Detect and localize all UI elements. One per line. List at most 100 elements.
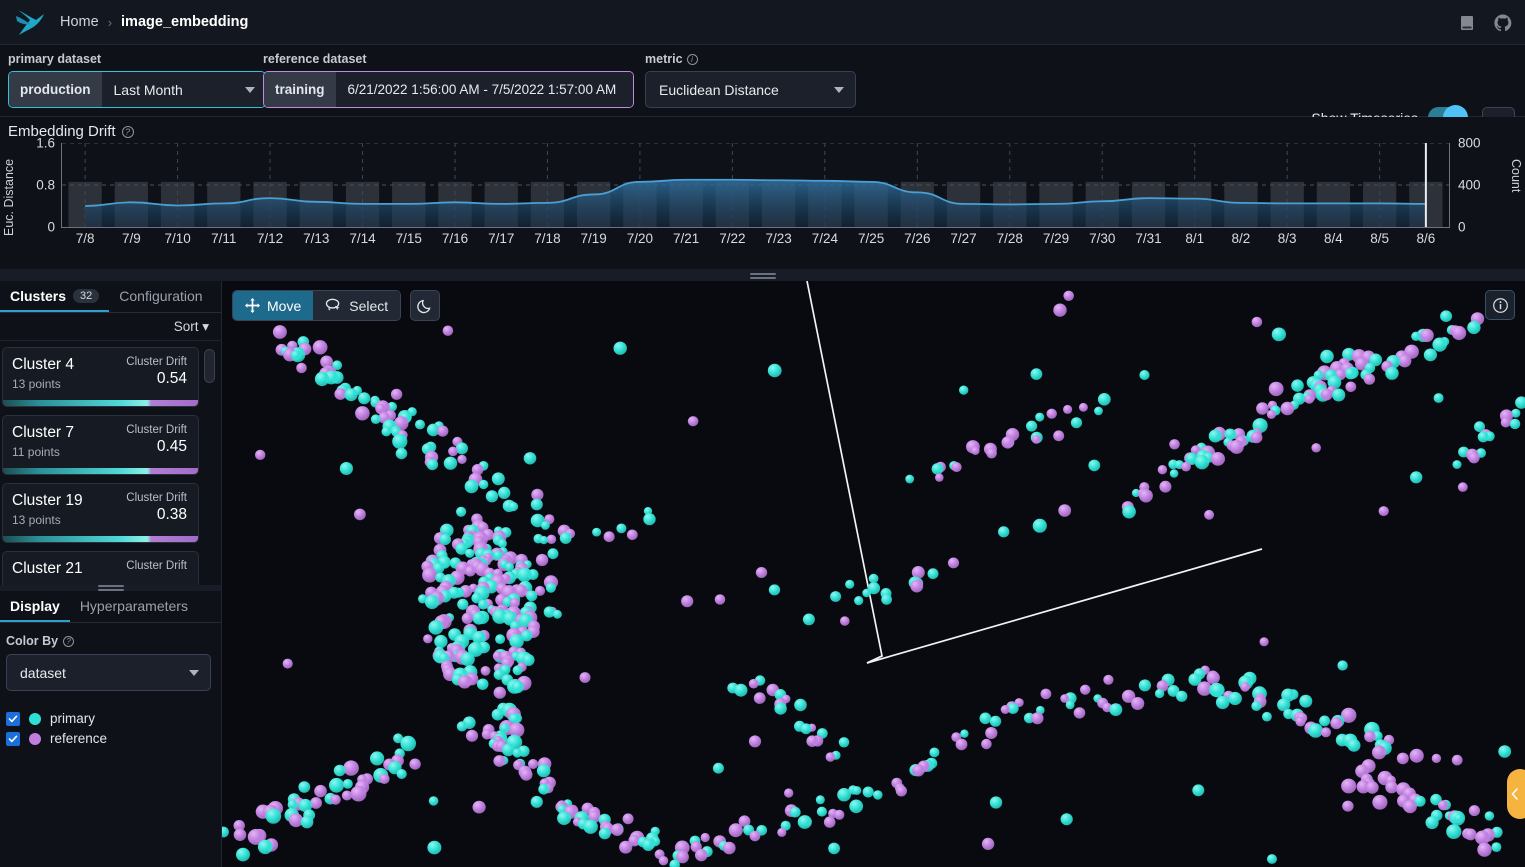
point-cloud-info-button[interactable] xyxy=(1485,290,1515,320)
point-reference[interactable] xyxy=(1079,403,1088,412)
point-reference[interactable] xyxy=(1465,829,1477,841)
point-primary[interactable] xyxy=(592,528,601,537)
panel-resize-handle[interactable] xyxy=(0,585,221,591)
point-reference[interactable] xyxy=(422,568,437,583)
point-reference[interactable] xyxy=(1267,410,1276,419)
point-primary[interactable] xyxy=(548,548,559,559)
point-reference[interactable] xyxy=(627,530,638,541)
point-reference[interactable] xyxy=(777,828,786,837)
help-circle-icon[interactable]: ? xyxy=(122,126,134,138)
point-reference[interactable] xyxy=(462,613,473,624)
point-primary[interactable] xyxy=(457,599,468,610)
point-reference[interactable] xyxy=(1001,705,1010,714)
point-primary[interactable] xyxy=(371,414,381,424)
point-reference[interactable] xyxy=(981,739,992,749)
point-reference[interactable] xyxy=(379,774,389,784)
point-primary[interactable] xyxy=(557,811,571,825)
point-primary[interactable] xyxy=(266,808,282,823)
point-primary[interactable] xyxy=(1510,419,1521,429)
help-circle-icon[interactable]: ? xyxy=(63,636,74,647)
point-primary[interactable] xyxy=(1088,460,1100,472)
point-primary[interactable] xyxy=(1308,723,1323,738)
side-drawer-toggle[interactable] xyxy=(1507,769,1525,819)
metric-select[interactable]: Euclidean Distance xyxy=(645,71,856,108)
point-primary[interactable] xyxy=(1033,519,1047,533)
point-reference[interactable] xyxy=(1204,510,1214,520)
point-reference[interactable] xyxy=(1207,671,1220,684)
point-primary[interactable] xyxy=(1139,679,1151,691)
point-primary[interactable] xyxy=(1026,421,1037,432)
point-primary[interactable] xyxy=(495,634,505,644)
point-reference[interactable] xyxy=(354,509,366,521)
point-reference[interactable] xyxy=(971,447,979,455)
tab-configuration[interactable]: Configuration xyxy=(109,281,212,312)
point-reference[interactable] xyxy=(481,666,491,676)
point-reference[interactable] xyxy=(1058,504,1071,517)
point-primary[interactable] xyxy=(472,612,485,625)
point-reference[interactable] xyxy=(1002,436,1015,448)
point-primary[interactable] xyxy=(358,392,370,404)
point-reference[interactable] xyxy=(1398,354,1411,367)
point-reference[interactable] xyxy=(1366,781,1379,793)
point-primary[interactable] xyxy=(1332,389,1345,402)
point-reference[interactable] xyxy=(234,829,247,841)
point-reference[interactable] xyxy=(313,340,328,354)
point-reference[interactable] xyxy=(1211,452,1225,466)
point-primary[interactable] xyxy=(461,652,475,666)
point-primary[interactable] xyxy=(526,591,537,602)
legend-row[interactable]: reference xyxy=(6,731,221,746)
point-primary[interactable] xyxy=(1424,349,1437,362)
point-reference[interactable] xyxy=(1032,435,1041,444)
point-primary[interactable] xyxy=(288,800,298,810)
point-primary[interactable] xyxy=(334,765,346,777)
point-reference[interactable] xyxy=(912,764,924,776)
point-primary[interactable] xyxy=(1031,368,1043,380)
cluster-list-scrollbar[interactable] xyxy=(204,349,215,383)
point-primary[interactable] xyxy=(845,580,854,589)
point-primary[interactable] xyxy=(816,795,825,804)
point-reference[interactable] xyxy=(1041,689,1052,700)
point-primary[interactable] xyxy=(1440,310,1452,322)
point-reference[interactable] xyxy=(611,824,624,836)
point-primary[interactable] xyxy=(1337,660,1347,670)
point-primary[interactable] xyxy=(1139,370,1149,380)
point-reference[interactable] xyxy=(1281,402,1295,416)
point-primary[interactable] xyxy=(370,751,384,765)
point-reference[interactable] xyxy=(409,759,420,770)
point-reference[interactable] xyxy=(391,389,402,400)
point-primary[interactable] xyxy=(862,589,871,597)
point-reference[interactable] xyxy=(659,856,669,865)
cluster-card[interactable]: Cluster 19 13 points Cluster Drift 0.38 xyxy=(2,483,199,543)
select-mode-button[interactable]: Select xyxy=(313,291,400,320)
point-primary[interactable] xyxy=(828,843,840,855)
point-primary[interactable] xyxy=(863,787,874,798)
point-reference[interactable] xyxy=(330,795,340,805)
point-primary[interactable] xyxy=(1210,683,1224,697)
point-primary[interactable] xyxy=(397,769,407,779)
point-primary[interactable] xyxy=(803,614,815,626)
point-reference[interactable] xyxy=(754,692,766,704)
breadcrumb-home[interactable]: Home xyxy=(60,14,99,30)
point-reference[interactable] xyxy=(604,531,615,542)
point-reference[interactable] xyxy=(255,450,265,460)
point-reference[interactable] xyxy=(465,566,476,577)
point-primary[interactable] xyxy=(400,736,416,751)
cluster-card[interactable]: Cluster 21 Cluster Drift xyxy=(2,551,199,585)
point-primary[interactable] xyxy=(990,796,1002,808)
point-primary[interactable] xyxy=(643,513,655,525)
legend-row[interactable]: primary xyxy=(6,711,221,726)
point-reference[interactable] xyxy=(715,594,726,604)
point-primary[interactable] xyxy=(298,781,310,793)
point-reference[interactable] xyxy=(1158,465,1167,474)
point-primary[interactable] xyxy=(1515,396,1525,408)
point-primary[interactable] xyxy=(343,779,353,789)
point-reference[interactable] xyxy=(443,326,454,336)
point-primary[interactable] xyxy=(236,848,250,862)
point-reference[interactable] xyxy=(1256,402,1269,414)
point-reference[interactable] xyxy=(437,426,448,437)
point-reference[interactable] xyxy=(896,786,907,797)
point-reference[interactable] xyxy=(1345,382,1356,393)
point-primary[interactable] xyxy=(1348,739,1361,752)
point-reference[interactable] xyxy=(1403,800,1417,813)
point-primary[interactable] xyxy=(538,784,549,795)
